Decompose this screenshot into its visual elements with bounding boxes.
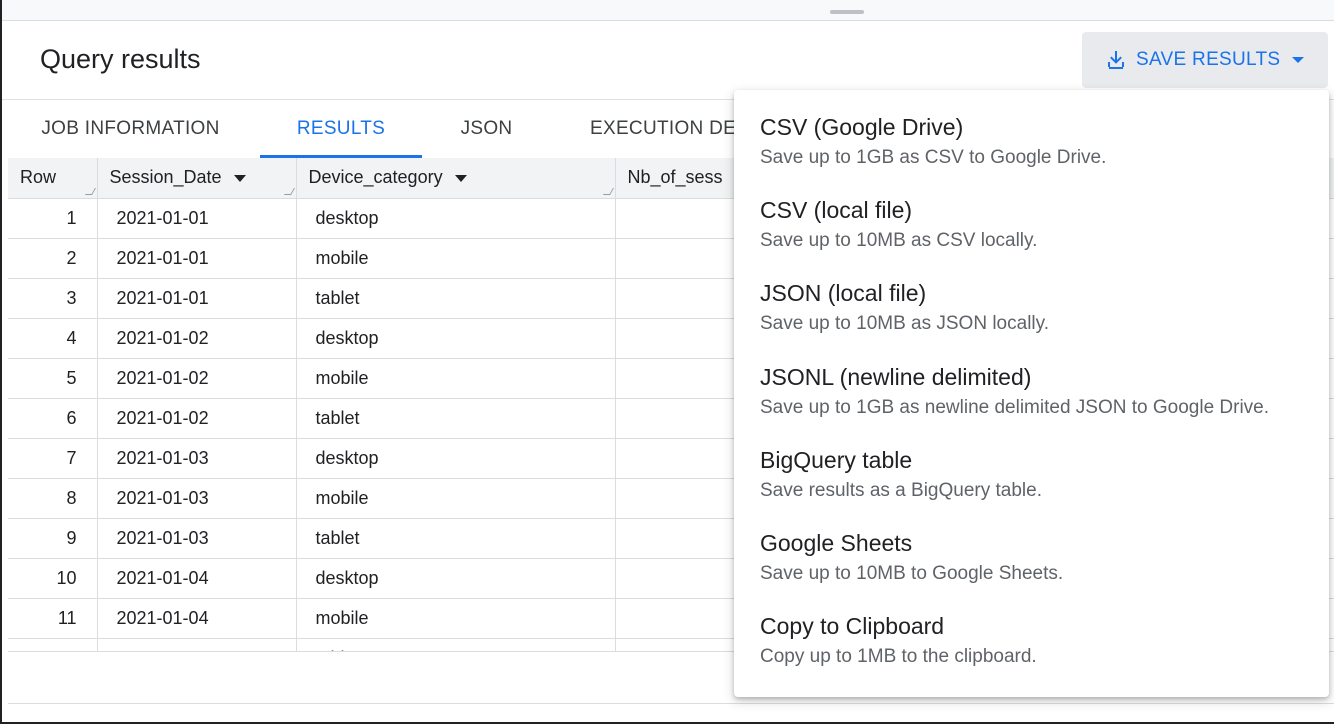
save-results-menu: CSV (Google Drive) Save up to 1GB as CSV … (734, 90, 1329, 697)
resize-handle-icon[interactable] (84, 187, 96, 195)
session-date-cell: 2021-01-01 (97, 238, 297, 279)
session-date-cell: 2021-01-02 (97, 318, 297, 359)
session-date-cell: 2021-01-03 (97, 518, 297, 559)
menu-item-title: JSON (local file) (760, 280, 927, 307)
session-date-cell: 2021-01-03 (97, 438, 297, 479)
tab-execution-details[interactable]: EXECUTION DE (590, 100, 750, 158)
menu-item-copy-to-clipboard[interactable]: Copy to Clipboard Copy up to 1MB to the c… (734, 609, 1329, 692)
frame-bottom-border (0, 722, 1334, 724)
row-number-cell: 5 (8, 358, 98, 399)
menu-item-description: Save up to 10MB to Google Sheets. (760, 562, 1064, 584)
menu-item-json-local-file[interactable]: JSON (local file) Save up to 10MB as JSON… (734, 276, 1329, 359)
session-date-cell: 2021-01-01 (97, 198, 297, 239)
device-category-cell: mobile (296, 358, 616, 399)
menu-item-title: CSV (local file) (760, 197, 913, 224)
device-category-cell: tablet (296, 278, 616, 319)
menu-item-title: Google Sheets (760, 529, 913, 556)
menu-item-bigquery-table[interactable]: BigQuery table Save results as a BigQuery… (734, 443, 1329, 526)
device-category-cell: tablet (296, 398, 616, 439)
session-date-cell: 2021-01-04 (97, 598, 297, 639)
menu-item-description: Save up to 1GB as CSV to Google Drive. (760, 147, 1107, 168)
tab-job-information[interactable]: JOB INFORMATION (18, 100, 243, 158)
device-category-cell: mobile (296, 238, 616, 279)
row-number-cell: 2 (8, 238, 98, 279)
menu-item-csv-local-file[interactable]: CSV (local file) Save up to 10MB as CSV l… (734, 193, 1329, 276)
caret-down-icon (1292, 57, 1305, 63)
menu-item-jsonl-newline-delimited[interactable]: JSONL (newline delimited) Save up to 1GB … (734, 360, 1329, 443)
device-category-cell: tablet (296, 518, 616, 559)
tab-results[interactable]: RESULTS (260, 100, 422, 158)
session-date-cell: 2021-01-04 (97, 638, 297, 651)
column-header-label: Nb_of_sess (627, 167, 723, 188)
row-number-cell: 9 (8, 518, 98, 559)
session-date-cell: 2021-01-03 (97, 478, 297, 519)
device-category-cell: tablet (296, 638, 616, 651)
drag-handle[interactable] (830, 10, 864, 14)
menu-item-csv-google-drive[interactable]: CSV (Google Drive) Save up to 1GB as CSV … (734, 110, 1329, 193)
row-number-cell: 12 (8, 638, 98, 651)
download-icon (1108, 51, 1124, 69)
column-header-label: Session_Date (109, 167, 222, 188)
row-number-cell: 11 (8, 598, 98, 639)
panel-bottom-divider (8, 703, 1334, 704)
row-number-cell: 7 (8, 438, 98, 479)
menu-item-title: JSONL (newline delimited) (760, 363, 1032, 390)
resize-handle-icon[interactable] (602, 187, 614, 195)
device-category-cell: mobile (296, 598, 616, 639)
column-header-session-date[interactable]: Session_Date (97, 158, 297, 199)
session-date-cell: 2021-01-01 (97, 278, 297, 319)
save-results-button[interactable]: SAVE RESULTS (1082, 32, 1328, 88)
row-number-cell: 10 (8, 558, 98, 599)
row-number-cell: 4 (8, 318, 98, 359)
panel-title: Query results (40, 44, 201, 74)
caret-down-icon[interactable] (454, 175, 467, 182)
menu-item-description: Copy up to 1MB to the clipboard. (760, 646, 1037, 668)
device-category-cell: desktop (296, 438, 616, 479)
save-results-label: SAVE RESULTS (1136, 49, 1281, 70)
menu-item-description: Save up to 1GB as newline delimited JSON… (760, 396, 1270, 418)
row-number-cell: 8 (8, 478, 98, 519)
frame-left-border (0, 0, 2, 722)
menu-item-description: Save up to 10MB as CSV locally. (760, 230, 1038, 252)
column-header-label: Row (20, 167, 57, 188)
top-strip (2, 0, 1334, 21)
menu-item-title: BigQuery table (760, 446, 913, 473)
menu-item-title: Copy to Clipboard (760, 613, 945, 640)
menu-item-description: Save up to 10MB as JSON locally. (760, 313, 1049, 335)
column-header-row[interactable]: Row (8, 158, 98, 199)
row-number-cell: 1 (8, 198, 98, 239)
menu-item-description: Save results as a BigQuery table. (760, 479, 1042, 501)
column-header-device-category[interactable]: Device_category (296, 158, 616, 199)
session-date-cell: 2021-01-02 (97, 358, 297, 399)
device-category-cell: desktop (296, 198, 616, 239)
resize-handle-icon[interactable] (283, 187, 295, 195)
caret-down-icon[interactable] (233, 175, 246, 182)
column-header-label: Device_category (308, 167, 443, 188)
row-number-cell: 6 (8, 398, 98, 439)
tab-json[interactable]: JSON (440, 100, 533, 158)
menu-item-title: CSV (Google Drive) (760, 114, 964, 140)
row-number-cell: 3 (8, 278, 98, 319)
session-date-cell: 2021-01-04 (97, 558, 297, 599)
device-category-cell: mobile (296, 478, 616, 519)
device-category-cell: desktop (296, 558, 616, 599)
device-category-cell: desktop (296, 318, 616, 359)
menu-item-google-sheets[interactable]: Google Sheets Save up to 10MB to Google S… (734, 526, 1329, 609)
session-date-cell: 2021-01-02 (97, 398, 297, 439)
